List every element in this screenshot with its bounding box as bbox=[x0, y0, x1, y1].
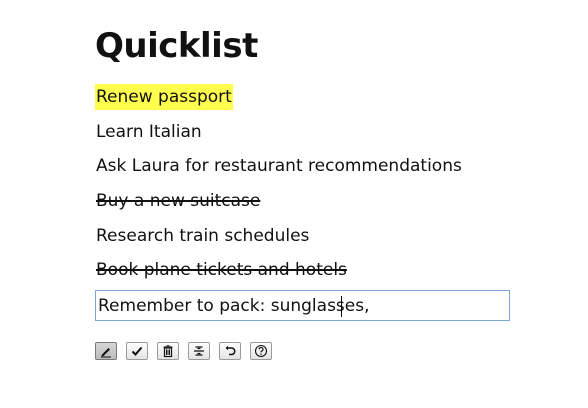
new-item-input[interactable] bbox=[96, 291, 509, 321]
list-item[interactable]: Renew passport bbox=[95, 84, 515, 110]
app-title: Quicklist bbox=[95, 26, 258, 66]
new-item-field[interactable] bbox=[95, 290, 510, 322]
help-icon bbox=[254, 344, 268, 358]
list-item-text[interactable]: Buy a new suitcase bbox=[95, 188, 261, 214]
task-list: Renew passport Learn Italian Ask Laura f… bbox=[95, 84, 515, 283]
undo-button[interactable] bbox=[219, 342, 241, 361]
quicklist-app: Quicklist Renew passport Learn Italian A… bbox=[95, 26, 515, 361]
list-item-text[interactable]: Renew passport bbox=[95, 84, 233, 110]
list-item-completed[interactable]: Buy a new suitcase bbox=[95, 188, 515, 214]
list-item-text[interactable]: Ask Laura for restaurant recommendations bbox=[95, 153, 463, 179]
checkmark-icon bbox=[130, 344, 144, 358]
list-item[interactable]: Learn Italian bbox=[95, 119, 515, 145]
edit-button[interactable] bbox=[95, 342, 117, 361]
list-item[interactable]: Research train schedules bbox=[95, 223, 515, 249]
list-item-text[interactable]: Book plane tickets and hotels bbox=[95, 257, 348, 283]
strikethrough-button[interactable] bbox=[188, 342, 210, 361]
delete-button[interactable] bbox=[157, 342, 179, 361]
toolbar bbox=[95, 342, 515, 361]
undo-icon bbox=[223, 344, 237, 358]
check-button[interactable] bbox=[126, 342, 148, 361]
help-button[interactable] bbox=[250, 342, 272, 361]
text-caret bbox=[341, 296, 342, 318]
trash-icon bbox=[161, 344, 175, 358]
list-item-text[interactable]: Research train schedules bbox=[95, 223, 310, 249]
list-item[interactable]: Ask Laura for restaurant recommendations bbox=[95, 153, 515, 179]
list-item-text[interactable]: Learn Italian bbox=[95, 119, 203, 145]
strikethrough-icon bbox=[192, 344, 206, 358]
pencil-icon bbox=[99, 344, 113, 358]
list-item-completed[interactable]: Book plane tickets and hotels bbox=[95, 257, 515, 283]
